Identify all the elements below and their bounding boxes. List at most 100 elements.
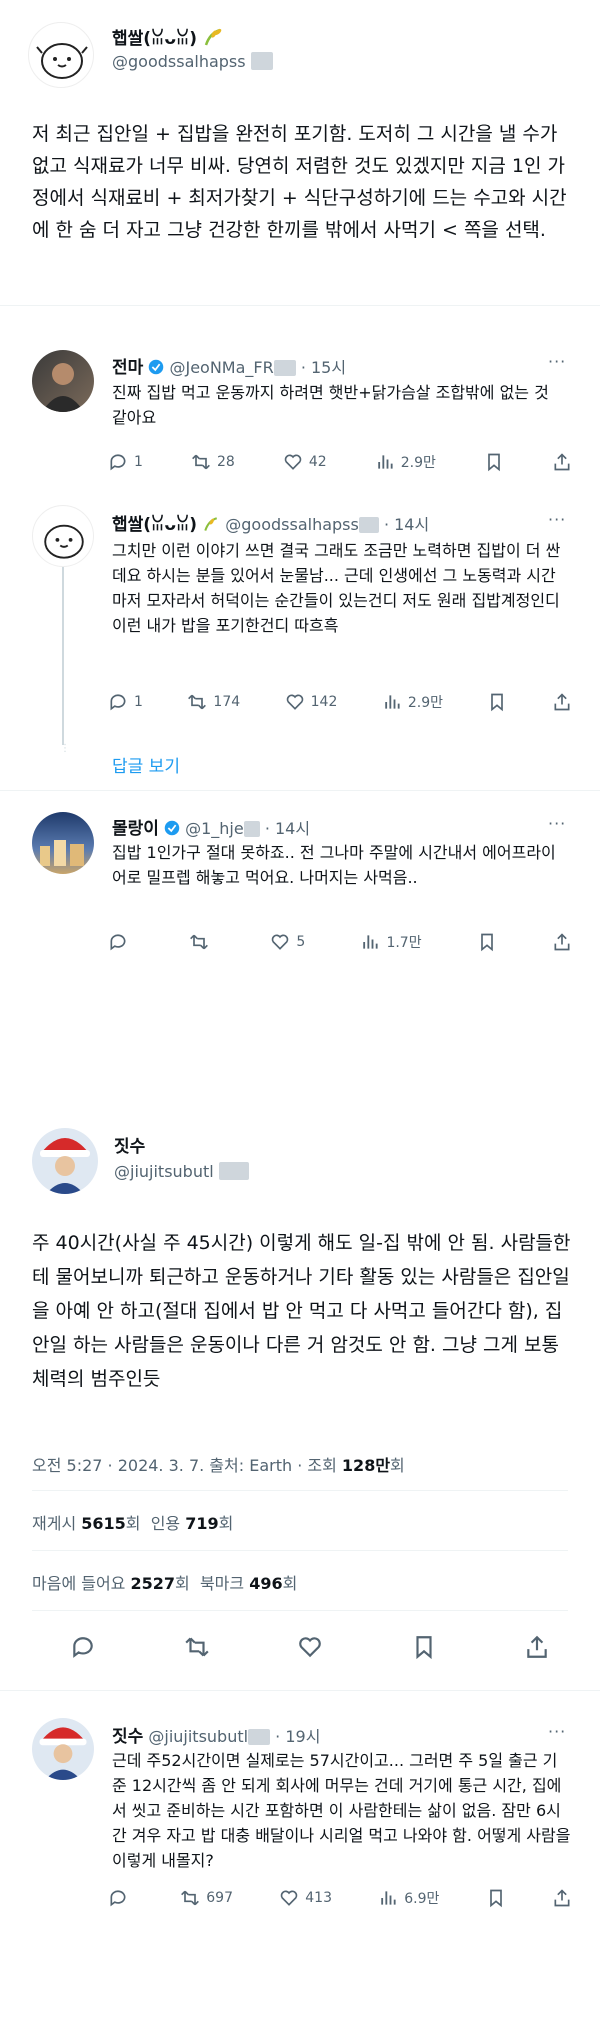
like-button[interactable]: 413 (279, 1888, 332, 1908)
avatar[interactable] (32, 812, 94, 874)
show-replies-link[interactable]: 답글 보기 (112, 752, 180, 777)
heart-icon (286, 694, 303, 710)
analytics-icon (381, 1891, 396, 1905)
person-photo-icon (42, 363, 84, 412)
post-time[interactable]: · 14시 (384, 515, 429, 534)
reply-icon (110, 934, 126, 951)
retweet-button[interactable] (189, 932, 215, 952)
author-handle[interactable]: @JeoNMa_FR (169, 358, 273, 377)
retweet-icon (190, 934, 209, 950)
author-name[interactable]: 햅쌀(ꈍᴗꈍ) (112, 515, 197, 535)
reply-button[interactable] (108, 932, 134, 952)
reply-button[interactable]: 1 (108, 692, 143, 712)
reply-text: 진짜 집밥 먹고 운동까지 하려면 햇반+닭가슴살 조합밖에 없는 것 같아요 (112, 383, 549, 427)
views-button[interactable]: 2.9만 (382, 692, 443, 712)
retweet-icon (184, 1637, 209, 1657)
share-button[interactable] (524, 1634, 550, 1660)
avatar[interactable] (28, 22, 94, 88)
like-button[interactable]: 142 (285, 692, 337, 712)
heart-icon (280, 1890, 298, 1906)
reply-text: 집밥 1인가구 절대 못하죠.. 전 그나마 주말에 시간내서 에어프라이어로 … (112, 843, 556, 887)
retweet-button[interactable] (184, 1634, 210, 1660)
retweet-button[interactable]: 174 (187, 692, 240, 712)
bookmark-button[interactable] (486, 1888, 506, 1908)
reposts-stat[interactable]: 재게시 5615회 (32, 1514, 141, 1533)
bookmark-icon (415, 1636, 432, 1660)
bookmark-button[interactable] (487, 692, 507, 712)
reply-button[interactable] (108, 1888, 134, 1908)
author-name[interactable]: 햅쌀(ꈍᴗꈍ) (112, 29, 197, 49)
like-button[interactable] (297, 1634, 323, 1660)
post-time[interactable]: · 15시 (301, 358, 346, 377)
author-handle[interactable]: @jiujitsubutl (114, 1162, 214, 1181)
views-button[interactable]: 2.9만 (375, 452, 436, 472)
divider (32, 1550, 568, 1551)
author-name[interactable]: 짓수 (114, 1137, 145, 1157)
share-button[interactable] (552, 452, 572, 472)
heart-icon (272, 934, 289, 950)
bookmark-icon (488, 453, 500, 472)
action-bar: 1 174 142 2.9만 (108, 692, 572, 712)
views-button[interactable]: 6.9만 (378, 1888, 439, 1908)
redacted-block (273, 360, 296, 376)
like-button[interactable]: 5 (270, 932, 305, 952)
redacted-block (358, 517, 379, 533)
post-time[interactable]: · 14시 (265, 819, 310, 838)
share-icon (554, 933, 570, 951)
reply-icon (110, 454, 126, 471)
author-handle[interactable]: @goodssalhapss (225, 515, 359, 534)
share-icon (527, 1635, 547, 1658)
bookmark-icon (489, 1889, 502, 1908)
retweet-icon (188, 694, 207, 710)
quotes-stat[interactable]: 인용 719회 (151, 1514, 234, 1533)
avatar[interactable] (32, 350, 94, 412)
likes-stat[interactable]: 마음에 들어요 2527회 (32, 1574, 190, 1593)
rice-character-icon (44, 524, 84, 559)
like-button[interactable]: 42 (283, 452, 327, 472)
divider (0, 305, 600, 306)
reply-button[interactable]: 1 (108, 452, 143, 472)
author-handle[interactable]: @1_hje (185, 819, 244, 838)
post-text: 저 최근 집안일 + 집밥을 완전히 포기함. 도저히 그 시간을 낼 수가 없… (32, 123, 567, 241)
more-options-icon[interactable]: ··· (548, 510, 566, 529)
retweet-button[interactable]: 697 (180, 1888, 233, 1908)
santa-hat-avatar-icon (40, 1138, 90, 1194)
author-handle[interactable]: @goodssalhapss (112, 52, 246, 71)
heart-icon (284, 454, 302, 470)
redacted-block (218, 1162, 249, 1180)
share-button[interactable] (552, 932, 572, 952)
action-bar: 1 28 42 2.9만 (108, 452, 572, 472)
divider (0, 1690, 600, 1691)
like-bookmark-stats: 마음에 들어요 2527회 북마크 496회 (32, 1570, 297, 1594)
avatar[interactable] (32, 505, 94, 567)
avatar[interactable] (32, 1128, 98, 1194)
city-night-photo-icon (40, 840, 84, 866)
bookmark-button[interactable] (411, 1634, 437, 1660)
avatar[interactable] (32, 1718, 94, 1780)
main-action-bar (70, 1634, 550, 1660)
share-button[interactable] (552, 1888, 572, 1908)
redacted-block (250, 52, 273, 70)
author-name[interactable]: 몰랑이 (112, 819, 159, 839)
retweet-button[interactable]: 28 (191, 452, 235, 472)
analytics-icon (363, 935, 379, 949)
rice-plant-icon (204, 517, 218, 531)
bookmark-button[interactable] (477, 932, 497, 952)
rice-plant-icon (204, 28, 222, 46)
post-time[interactable]: · 19시 (275, 1727, 320, 1746)
share-button[interactable] (552, 692, 572, 712)
bookmark-icon (491, 693, 504, 712)
views-button[interactable]: 1.7만 (360, 932, 422, 952)
more-options-icon[interactable]: ··· (548, 1722, 566, 1741)
more-options-icon[interactable]: ··· (548, 814, 566, 833)
author-name[interactable]: 짓수 (112, 1727, 143, 1747)
repost-quote-stats: 재게시 5615회 인용 719회 (32, 1510, 233, 1534)
author-name[interactable]: 전마 (112, 358, 143, 378)
more-options-icon[interactable]: ··· (548, 352, 566, 371)
reply-button[interactable] (70, 1634, 96, 1660)
share-icon (554, 693, 570, 711)
bookmark-button[interactable] (484, 452, 504, 472)
santa-hat-avatar-icon (39, 1727, 87, 1780)
author-handle[interactable]: @jiujitsubutl (148, 1727, 248, 1746)
bookmarks-stat[interactable]: 북마크 496회 (200, 1574, 297, 1593)
